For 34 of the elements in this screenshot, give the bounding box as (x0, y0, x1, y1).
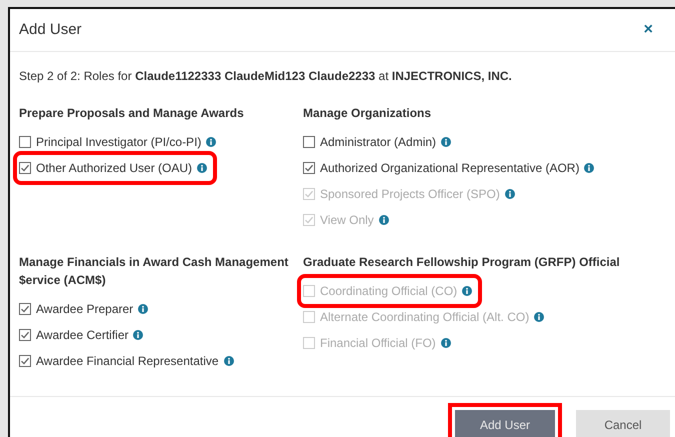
info-icon[interactable] (440, 338, 451, 348)
dialog-title: Add User (19, 20, 82, 40)
info-icon[interactable] (534, 312, 544, 322)
checked-checkbox[interactable] (19, 162, 31, 174)
role-label[interactable]: Awardee Certifier (36, 326, 128, 344)
step-text: Step 2 of 2: Roles for Claude1122333 ClaudeMid123 Claude2233 at INJECTRONICS, INC. (19, 68, 513, 85)
info-icon[interactable] (133, 330, 144, 340)
checked-checkbox[interactable] (19, 355, 31, 367)
info-icon[interactable] (206, 137, 216, 147)
info-icon[interactable] (504, 189, 515, 199)
add-user-button[interactable]: Add User (455, 410, 555, 437)
role-label[interactable]: Other Authorized User (OAU) (36, 159, 192, 177)
cancel-button[interactable]: Cancel (576, 410, 670, 437)
checked-checkbox[interactable] (19, 329, 31, 341)
section-heading: Manage Financials in Award Cash Management $ervice (ACM$) (19, 254, 289, 289)
role-label[interactable]: Awardee Preparer (36, 300, 134, 318)
checked-checkbox[interactable] (303, 162, 315, 174)
role-label[interactable]: Principal Investigator (PI/co-PI) (36, 133, 202, 151)
info-icon[interactable] (138, 304, 148, 314)
info-icon[interactable] (584, 163, 594, 173)
role-label[interactable]: Awardee Financial Representative (36, 352, 219, 370)
info-icon[interactable] (441, 137, 452, 147)
checked-checkbox[interactable] (19, 303, 31, 315)
section-heading: Manage Organizations (303, 105, 432, 122)
info-icon[interactable] (224, 356, 234, 366)
info-icon[interactable] (197, 163, 208, 173)
close-button[interactable]: × (644, 22, 653, 38)
section-heading: Prepare Proposals and Manage Awards (19, 105, 245, 122)
checkbox[interactable] (303, 136, 315, 148)
role-label[interactable]: Authorized Organizational Representative (AOR) (320, 159, 580, 177)
section-heading: Graduate Research Fellowship Program (GRFP) Official (303, 254, 621, 271)
role-label[interactable]: Administrator (Admin) (320, 133, 436, 151)
info-icon[interactable] (378, 215, 389, 225)
checkbox[interactable] (19, 136, 31, 148)
